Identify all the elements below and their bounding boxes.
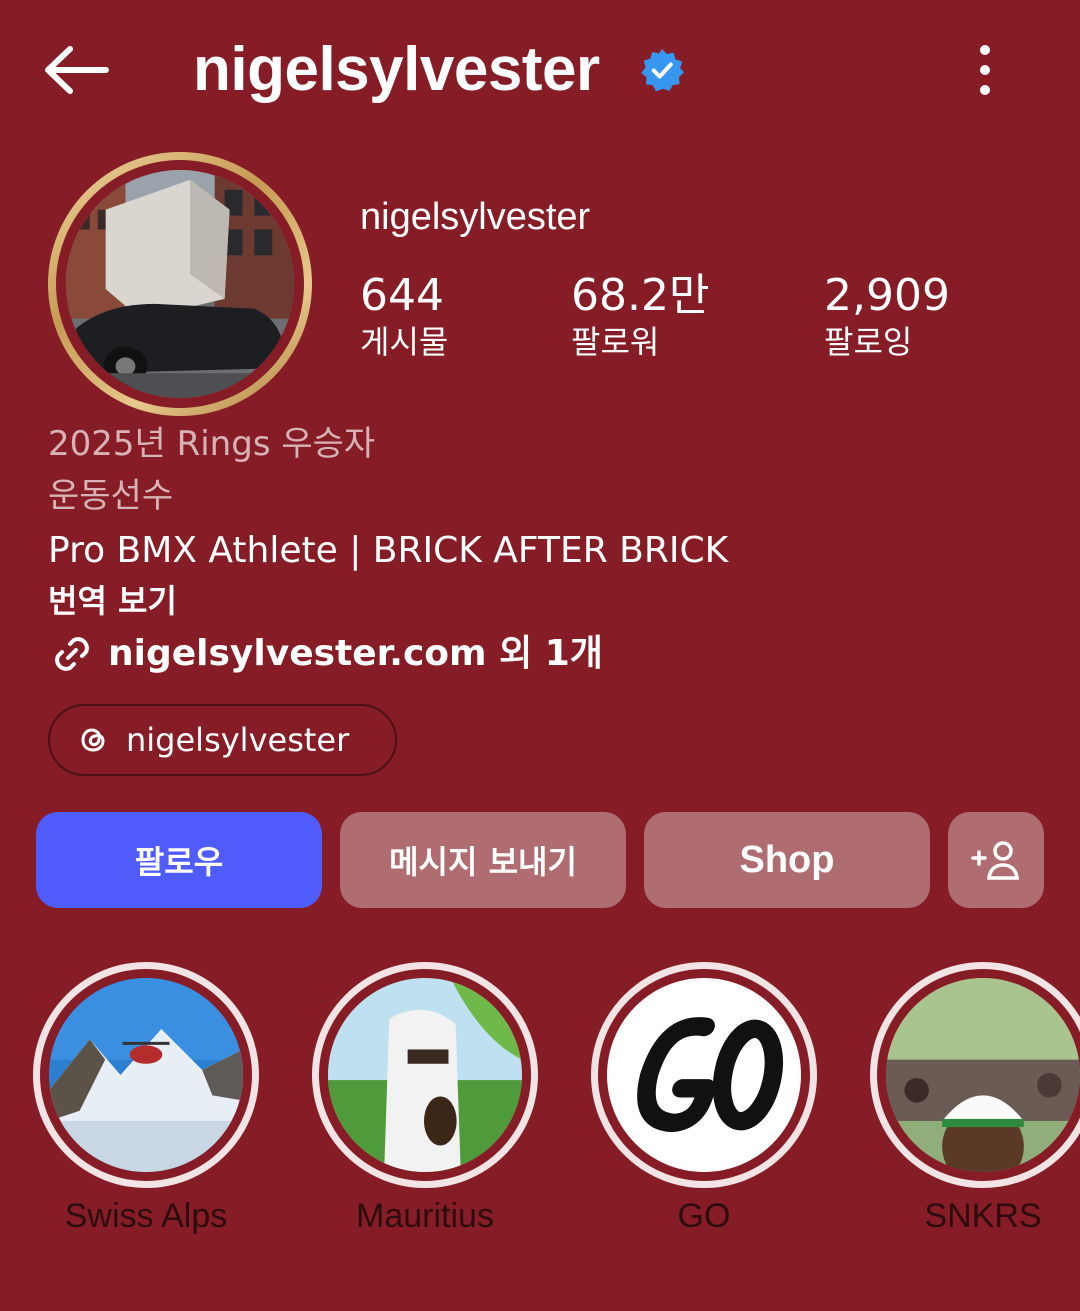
threads-badge[interactable]: nigelsylvester	[48, 704, 397, 776]
page-title: nigelsylvester	[193, 35, 600, 104]
add-user-button[interactable]	[948, 812, 1044, 908]
award-text: 2025년 Rings 우승자	[48, 424, 376, 464]
stat-followers[interactable]: 68.2만 팔로워	[571, 270, 709, 362]
arrow-left-icon	[45, 46, 109, 94]
profile-name: nigelsylvester	[360, 196, 591, 238]
stat-following[interactable]: 2,909 팔로잉	[824, 270, 950, 362]
highlight-swiss-alps[interactable]: Swiss Alps	[33, 962, 259, 1235]
avatar-ring	[56, 160, 304, 408]
highlight-snkrs[interactable]: SNKRS	[870, 962, 1080, 1235]
avatar-photo	[66, 170, 294, 398]
highlight-cover	[49, 978, 243, 1172]
bio-text: Pro BMX Athlete | BRICK AFTER BRICK	[48, 530, 729, 571]
follow-button[interactable]: 팔로우	[36, 812, 322, 908]
highlight-label: GO	[677, 1197, 731, 1235]
translate-link[interactable]: 번역 보기	[48, 580, 177, 622]
threads-icon	[81, 728, 105, 752]
stat-posts[interactable]: 644 게시물	[360, 270, 448, 362]
following-label: 팔로잉	[824, 323, 913, 361]
highlight-label: Swiss Alps	[64, 1197, 228, 1235]
website-link[interactable]: nigelsylvester.com 외 1개	[48, 630, 603, 678]
highlight-cover	[607, 978, 801, 1172]
highlight-label: Mauritius	[356, 1197, 494, 1235]
category-text: 운동선수	[48, 476, 174, 516]
website-link-text: nigelsylvester.com 외 1개	[108, 633, 603, 674]
followers-count: 68.2만	[571, 270, 710, 321]
more-vertical-icon	[980, 45, 990, 95]
highlight-go[interactable]: GO	[591, 962, 817, 1235]
verified-badge-icon	[641, 49, 684, 92]
back-button[interactable]	[30, 30, 120, 110]
threads-handle: nigelsylvester	[126, 721, 350, 759]
highlight-mauritius[interactable]: Mauritius	[312, 962, 538, 1235]
highlight-ring	[591, 962, 817, 1188]
following-count: 2,909	[824, 270, 950, 321]
highlight-ring	[312, 962, 538, 1188]
highlight-ring	[33, 962, 259, 1188]
highlight-label: SNKRS	[924, 1197, 1042, 1235]
add-user-icon	[971, 841, 1019, 880]
shop-button[interactable]: Shop	[644, 812, 930, 908]
highlight-cover	[886, 978, 1080, 1172]
highlight-cover	[328, 978, 522, 1172]
followers-label: 팔로워	[571, 323, 660, 361]
more-options-button[interactable]	[955, 30, 1015, 110]
highlight-ring	[870, 962, 1080, 1188]
posts-count: 644	[360, 270, 444, 321]
link-icon	[55, 637, 89, 671]
posts-label: 게시물	[360, 323, 449, 361]
message-button[interactable]: 메시지 보내기	[340, 812, 626, 908]
avatar[interactable]	[48, 152, 312, 416]
